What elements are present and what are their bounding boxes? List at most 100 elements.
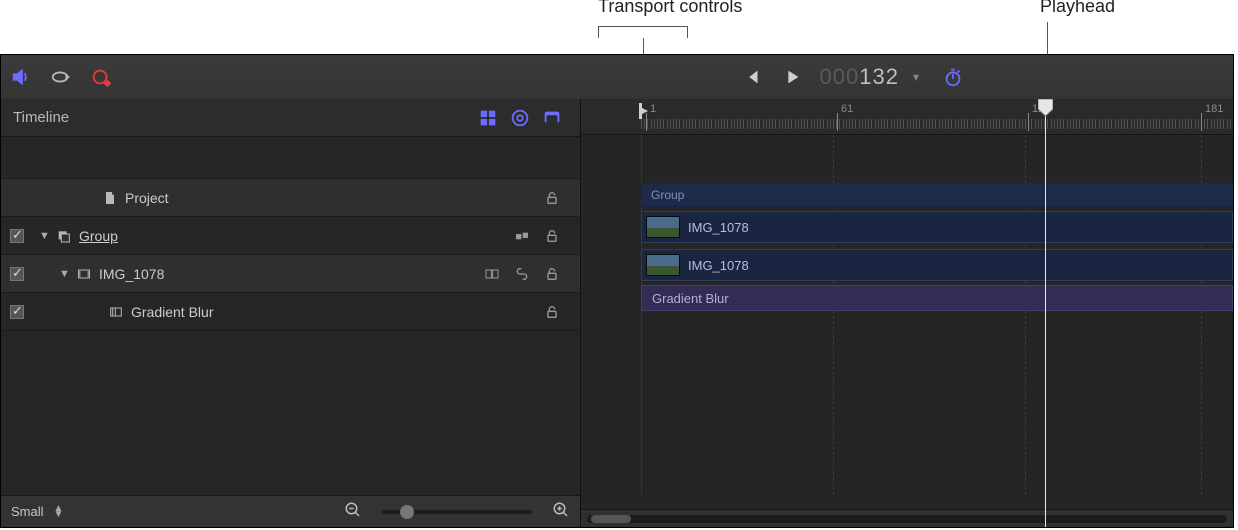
ruler-tick bbox=[830, 119, 831, 129]
timeline-scrollbar[interactable] bbox=[581, 509, 1233, 527]
link-icon[interactable] bbox=[512, 264, 532, 284]
ruler-tick bbox=[651, 119, 652, 129]
show-behaviors-button[interactable] bbox=[472, 102, 504, 134]
isolate-icon[interactable] bbox=[512, 226, 532, 246]
ruler-tick bbox=[759, 119, 760, 129]
ruler-tick bbox=[859, 119, 860, 129]
go-to-start-button[interactable] bbox=[732, 55, 772, 99]
in-point-marker[interactable] bbox=[639, 103, 649, 119]
playhead[interactable] bbox=[1045, 99, 1046, 527]
timeline-group-bar[interactable]: Group bbox=[641, 183, 1233, 207]
zoom-in-button[interactable] bbox=[552, 501, 570, 522]
loop-button[interactable] bbox=[41, 55, 81, 99]
ruler-tick bbox=[868, 119, 869, 129]
timeline-clip-1[interactable]: IMG_1078 bbox=[641, 211, 1233, 243]
row-size-stepper[interactable]: ▲▼ bbox=[54, 506, 64, 518]
ruler-tick bbox=[1188, 119, 1189, 129]
scrollbar-track bbox=[587, 515, 1227, 523]
ruler-tick bbox=[855, 119, 856, 129]
frame-blending-icon[interactable] bbox=[482, 264, 502, 284]
project-label: Project bbox=[121, 190, 542, 206]
ruler-tick bbox=[964, 119, 965, 129]
ruler-tick bbox=[932, 119, 933, 129]
ruler-tick bbox=[737, 119, 738, 129]
project-icon bbox=[99, 190, 121, 206]
row-group[interactable]: ▼ Group bbox=[1, 217, 580, 255]
ruler-tick bbox=[1092, 119, 1093, 129]
ruler-tick bbox=[843, 119, 844, 129]
ruler-tick bbox=[724, 119, 725, 129]
timecode-display[interactable]: 000132 bbox=[812, 64, 907, 90]
row-filter-gradient-blur[interactable]: Gradient Blur bbox=[1, 293, 580, 331]
ruler-tick bbox=[743, 119, 744, 129]
play-button[interactable] bbox=[772, 55, 812, 99]
ruler-tick bbox=[827, 119, 828, 129]
zoom-slider-track[interactable] bbox=[382, 510, 532, 514]
ruler-tick bbox=[660, 119, 661, 129]
ruler-tick bbox=[820, 119, 821, 129]
timeline-clip-2[interactable]: IMG_1078 bbox=[641, 249, 1233, 281]
clip1-label: IMG_1078 bbox=[95, 266, 482, 282]
ruler-tick bbox=[657, 119, 658, 129]
group-enable-checkbox[interactable] bbox=[10, 229, 24, 243]
row-project[interactable]: Project bbox=[1, 179, 580, 217]
show-filters-button[interactable] bbox=[504, 102, 536, 134]
annotation-bracket bbox=[598, 26, 688, 38]
lock-icon[interactable] bbox=[542, 188, 562, 208]
clip-thumbnail bbox=[646, 254, 680, 276]
record-button[interactable] bbox=[81, 55, 121, 99]
ruler-tick bbox=[1127, 119, 1128, 129]
ruler-label: 181 bbox=[1205, 103, 1223, 115]
ruler-tick bbox=[727, 119, 728, 129]
show-masks-button[interactable] bbox=[536, 102, 568, 134]
ruler-tick bbox=[1169, 119, 1170, 129]
ruler-tick bbox=[667, 119, 668, 129]
ruler-tick bbox=[663, 119, 664, 129]
lock-icon[interactable] bbox=[542, 264, 562, 284]
ruler-tick bbox=[862, 119, 863, 129]
group-disclosure-triangle[interactable]: ▼ bbox=[39, 230, 53, 242]
time-ruler[interactable]: {"start":60,"end":654,"step":3.2,"major"… bbox=[581, 99, 1233, 135]
ruler-tick bbox=[993, 119, 994, 129]
lock-icon[interactable] bbox=[542, 226, 562, 246]
timeline-filter-bar[interactable]: Gradient Blur bbox=[641, 285, 1233, 311]
audio-mute-button[interactable] bbox=[1, 55, 41, 99]
ruler-tick bbox=[900, 119, 901, 129]
stopwatch-button[interactable] bbox=[933, 55, 973, 99]
clip1-enable-checkbox[interactable] bbox=[10, 267, 24, 281]
ruler-tick-major bbox=[837, 113, 838, 131]
ruler-tick bbox=[923, 119, 924, 129]
ruler-tick bbox=[942, 119, 943, 129]
annotation-playhead-stem bbox=[1047, 22, 1048, 54]
ruler-tick bbox=[772, 119, 773, 129]
filter-enable-checkbox[interactable] bbox=[10, 305, 24, 319]
ruler-label: 61 bbox=[841, 103, 853, 115]
lock-icon[interactable] bbox=[542, 302, 562, 322]
ruler-tick bbox=[804, 119, 805, 129]
timeline-canvas[interactable]: {"start":60,"end":654,"step":3.2,"major"… bbox=[581, 99, 1233, 527]
ruler-tick bbox=[689, 119, 690, 129]
ruler-tick bbox=[779, 119, 780, 129]
ruler-tick bbox=[795, 119, 796, 129]
clip1-disclosure-triangle[interactable]: ▼ bbox=[59, 268, 73, 280]
scrollbar-thumb[interactable] bbox=[591, 515, 631, 523]
ruler-tick bbox=[1166, 119, 1167, 129]
ruler-tick bbox=[692, 119, 693, 129]
ruler-tick bbox=[1230, 119, 1231, 129]
ruler-tick bbox=[903, 119, 904, 129]
ruler-tick bbox=[990, 119, 991, 129]
app-window: 000132 ▾ Timeline bbox=[0, 54, 1234, 528]
row-clip-1[interactable]: ▼ IMG_1078 bbox=[1, 255, 580, 293]
ruler-tick bbox=[881, 119, 882, 129]
ruler-tick bbox=[1079, 119, 1080, 129]
timecode-format-dropdown[interactable]: ▾ bbox=[907, 70, 933, 84]
zoom-out-button[interactable] bbox=[344, 501, 362, 522]
ruler-tick bbox=[1153, 119, 1154, 129]
ruler-tick bbox=[734, 119, 735, 129]
playhead-handle-icon[interactable] bbox=[1038, 99, 1053, 122]
filter-label: Gradient Blur bbox=[127, 304, 542, 320]
ruler-tick bbox=[1054, 119, 1055, 129]
annotation-bracket-stem bbox=[643, 38, 644, 54]
clip-label: IMG_1078 bbox=[688, 220, 749, 235]
zoom-slider-knob[interactable] bbox=[400, 505, 414, 519]
